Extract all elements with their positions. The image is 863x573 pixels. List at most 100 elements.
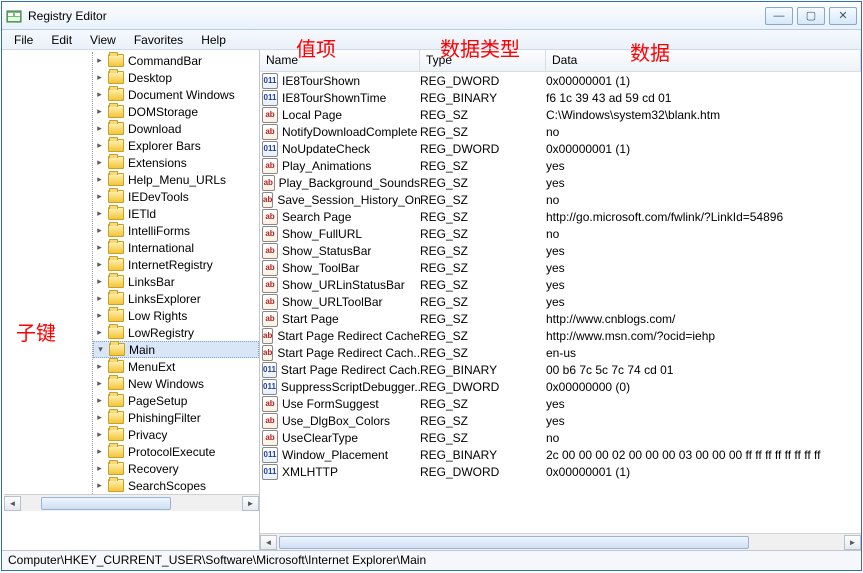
expander-icon[interactable]: ▸	[93, 173, 106, 186]
tree-node[interactable]: ▸SearchScopes	[93, 477, 259, 494]
tree-hscroll[interactable]: ◄ ►	[4, 494, 259, 511]
tree-node[interactable]: ▸PhishingFilter	[93, 409, 259, 426]
expander-icon[interactable]: ▸	[93, 462, 106, 475]
value-row[interactable]: 011Start Page Redirect Cach...REG_BINARY…	[260, 361, 861, 378]
expander-icon[interactable]: ▸	[93, 190, 106, 203]
tree-node[interactable]: ▸Help_Menu_URLs	[93, 171, 259, 188]
titlebar[interactable]: Registry Editor — ▢ ✕	[2, 2, 861, 30]
value-row[interactable]: abUseClearTypeREG_SZno	[260, 429, 861, 446]
tree-node[interactable]: ▸IETld	[93, 205, 259, 222]
tree-node[interactable]: ▸PageSetup	[93, 392, 259, 409]
scroll-left-icon[interactable]: ◄	[4, 496, 21, 511]
expander-icon[interactable]: ▸	[93, 309, 106, 322]
value-list[interactable]: 011IE8TourShownREG_DWORD0x00000001 (1)01…	[260, 72, 861, 533]
column-name[interactable]: Name	[260, 50, 420, 71]
column-type[interactable]: Type	[420, 50, 546, 71]
value-row[interactable]: abStart PageREG_SZhttp://www.cnblogs.com…	[260, 310, 861, 327]
tree-node[interactable]: ▸ProtocolExecute	[93, 443, 259, 460]
tree-node[interactable]: ▸New Windows	[93, 375, 259, 392]
expander-icon[interactable]: ▸	[93, 71, 106, 84]
tree-node[interactable]: ▸Explorer Bars	[93, 137, 259, 154]
menu-file[interactable]: File	[6, 31, 41, 49]
value-row[interactable]: abSearch PageREG_SZhttp://go.microsoft.c…	[260, 208, 861, 225]
expander-icon[interactable]: ▸	[93, 241, 106, 254]
value-name: Use FormSuggest	[282, 397, 379, 411]
expander-icon[interactable]: ▸	[93, 207, 106, 220]
value-row[interactable]: abNotifyDownloadCompleteREG_SZno	[260, 123, 861, 140]
tree-node[interactable]: ▸IntelliForms	[93, 222, 259, 239]
value-row[interactable]: abStart Page Redirect CacheREG_SZhttp://…	[260, 327, 861, 344]
tree-node[interactable]: ▸IEDevTools	[93, 188, 259, 205]
value-row[interactable]: 011XMLHTTPREG_DWORD0x00000001 (1)	[260, 463, 861, 480]
expander-icon[interactable]: ▸	[93, 394, 106, 407]
expander-icon[interactable]: ▸	[93, 275, 106, 288]
expander-icon[interactable]: ▸	[93, 258, 106, 271]
scroll-right-icon[interactable]: ►	[242, 496, 259, 511]
value-row[interactable]: abShow_FullURLREG_SZno	[260, 225, 861, 242]
tree-node[interactable]: ▸International	[93, 239, 259, 256]
value-row[interactable]: abShow_URLinStatusBarREG_SZyes	[260, 276, 861, 293]
expander-icon[interactable]: ▸	[93, 88, 106, 101]
tree-node[interactable]: ▸LinksBar	[93, 273, 259, 290]
folder-icon	[108, 428, 124, 441]
tree-node[interactable]: ▸Privacy	[93, 426, 259, 443]
close-button[interactable]: ✕	[829, 7, 857, 25]
tree-node[interactable]: ▸LowRegistry	[93, 324, 259, 341]
value-row[interactable]: 011SuppressScriptDebugger...REG_DWORD0x0…	[260, 378, 861, 395]
expander-icon[interactable]: ▸	[93, 326, 106, 339]
folder-icon	[108, 394, 124, 407]
tree-node[interactable]: ▸LinksExplorer	[93, 290, 259, 307]
value-row[interactable]: abPlay_Background_SoundsREG_SZyes	[260, 174, 861, 191]
expander-icon[interactable]: ▸	[93, 54, 106, 67]
minimize-button[interactable]: —	[765, 7, 793, 25]
column-data[interactable]: Data	[546, 50, 861, 71]
value-row[interactable]: abShow_StatusBarREG_SZyes	[260, 242, 861, 259]
expander-icon[interactable]: ▸	[93, 139, 106, 152]
value-row[interactable]: abPlay_AnimationsREG_SZyes	[260, 157, 861, 174]
maximize-button[interactable]: ▢	[797, 7, 825, 25]
value-row[interactable]: 011Window_PlacementREG_BINARY2c 00 00 00…	[260, 446, 861, 463]
tree-pane[interactable]: ▸CommandBar▸Desktop▸Document Windows▸DOM…	[2, 50, 260, 550]
tree-node[interactable]: ▸Extensions	[93, 154, 259, 171]
expander-icon[interactable]: ▸	[93, 445, 106, 458]
expander-icon[interactable]: ▸	[93, 292, 106, 305]
menu-view[interactable]: View	[82, 31, 124, 49]
expander-icon[interactable]: ▾	[94, 343, 107, 356]
expander-icon[interactable]: ▸	[93, 411, 106, 424]
menu-help[interactable]: Help	[193, 31, 234, 49]
value-row[interactable]: abUse_DlgBox_ColorsREG_SZyes	[260, 412, 861, 429]
value-row[interactable]: abUse FormSuggestREG_SZyes	[260, 395, 861, 412]
expander-icon[interactable]: ▸	[93, 156, 106, 169]
expander-icon[interactable]: ▸	[93, 377, 106, 390]
expander-icon[interactable]: ▸	[93, 122, 106, 135]
menu-edit[interactable]: Edit	[43, 31, 80, 49]
value-row[interactable]: abShow_URLToolBarREG_SZyes	[260, 293, 861, 310]
value-row[interactable]: 011IE8TourShownREG_DWORD0x00000001 (1)	[260, 72, 861, 89]
value-row[interactable]: 011IE8TourShownTimeREG_BINARYf6 1c 39 43…	[260, 89, 861, 106]
value-row[interactable]: 011NoUpdateCheckREG_DWORD0x00000001 (1)	[260, 140, 861, 157]
tree-node[interactable]: ▸CommandBar	[93, 52, 259, 69]
expander-icon[interactable]: ▸	[93, 105, 106, 118]
value-row[interactable]: abLocal PageREG_SZC:\Windows\system32\bl…	[260, 106, 861, 123]
tree-node[interactable]: ▸Low Rights	[93, 307, 259, 324]
tree-node[interactable]: ▸InternetRegistry	[93, 256, 259, 273]
value-row[interactable]: abSave_Session_History_On...REG_SZno	[260, 191, 861, 208]
scroll-right-icon[interactable]: ►	[844, 535, 861, 550]
tree-node[interactable]: ▸Desktop	[93, 69, 259, 86]
value-row[interactable]: abShow_ToolBarREG_SZyes	[260, 259, 861, 276]
expander-icon[interactable]: ▸	[93, 360, 106, 373]
tree-node[interactable]: ▸Download	[93, 120, 259, 137]
scroll-left-icon[interactable]: ◄	[260, 535, 277, 550]
tree-node[interactable]: ▸MenuExt	[93, 358, 259, 375]
expander-icon[interactable]: ▸	[93, 428, 106, 441]
menu-favorites[interactable]: Favorites	[126, 31, 191, 49]
expander-icon[interactable]: ▸	[93, 479, 106, 492]
list-hscroll[interactable]: ◄ ►	[260, 533, 861, 550]
tree-node[interactable]: ▸Recovery	[93, 460, 259, 477]
value-type: REG_SZ	[420, 125, 546, 139]
expander-icon[interactable]: ▸	[93, 224, 106, 237]
tree-node[interactable]: ▸Document Windows	[93, 86, 259, 103]
value-row[interactable]: abStart Page Redirect Cach...REG_SZen-us	[260, 344, 861, 361]
tree-node[interactable]: ▸DOMStorage	[93, 103, 259, 120]
tree-node[interactable]: ▾Main	[93, 341, 259, 358]
